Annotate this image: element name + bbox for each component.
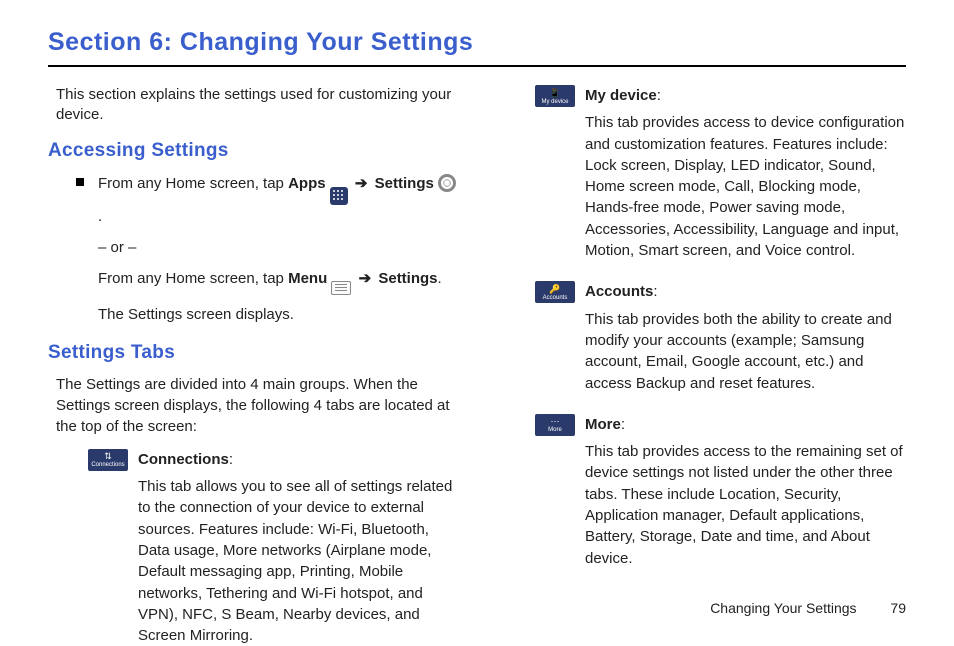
gear-icon <box>438 174 456 192</box>
more-icon-label: More <box>548 427 562 433</box>
tab-title: Connections <box>138 451 229 468</box>
step-line-1: From any Home screen, tap Apps ➔ Setting… <box>98 172 459 228</box>
page-number: 79 <box>890 600 906 616</box>
step2-period: . <box>438 270 442 287</box>
settings-label-2: Settings <box>378 270 437 287</box>
tab-body: Connections: This tab allows you to see … <box>138 449 459 646</box>
tabs-intro: The Settings are divided into 4 main gro… <box>48 374 459 437</box>
tab-item-accounts: 🔑 Accounts Accounts: This tab provides b… <box>495 281 906 393</box>
menu-label: Menu <box>288 270 327 287</box>
page-footer: Changing Your Settings 79 <box>710 600 906 616</box>
tab-desc: This tab provides access to device confi… <box>585 112 906 261</box>
arrow-icon: ➔ <box>355 175 368 192</box>
connections-glyph: ⇅ <box>104 452 112 461</box>
tab-desc: This tab provides access to the remainin… <box>585 441 906 569</box>
menu-icon <box>331 281 351 295</box>
tab-title: More <box>585 416 621 433</box>
tab-desc: This tab provides both the ability to cr… <box>585 309 906 394</box>
tab-desc: This tab allows you to see all of settin… <box>138 476 459 646</box>
tab-item-connections: ⇅ Connections Connections: This tab allo… <box>48 449 459 646</box>
accounts-glyph: 🔑 <box>549 285 560 294</box>
more-glyph: ⋯ <box>551 417 560 426</box>
step-result: The Settings screen displays. <box>98 303 459 326</box>
connections-icon-label: Connections <box>91 462 124 468</box>
tab-item-more: ⋯ More More: This tab provides access to… <box>495 414 906 569</box>
settings-label: Settings <box>375 175 434 192</box>
arrow-icon: ➔ <box>359 270 372 287</box>
right-column: 📱 My device My device: This tab provides… <box>495 85 906 646</box>
mydevice-icon: 📱 My device <box>535 85 575 107</box>
section-title: Section 6: Changing Your Settings <box>48 28 906 67</box>
tabs-heading: Settings Tabs <box>48 342 459 364</box>
footer-text: Changing Your Settings <box>710 600 856 616</box>
accounts-icon-label: Accounts <box>543 295 568 301</box>
tab-item-mydevice: 📱 My device My device: This tab provides… <box>495 85 906 261</box>
accessing-heading: Accessing Settings <box>48 140 459 162</box>
tab-body: Accounts: This tab provides both the abi… <box>585 281 906 393</box>
apps-label: Apps <box>288 175 326 192</box>
step1-period: . <box>98 208 102 225</box>
accounts-icon: 🔑 Accounts <box>535 281 575 303</box>
intro-text: This section explains the settings used … <box>48 85 459 126</box>
tab-title: My device <box>585 87 657 104</box>
tab-body: More: This tab provides access to the re… <box>585 414 906 569</box>
step1-prefix: From any Home screen, tap <box>98 175 288 192</box>
apps-grid-icon <box>330 187 348 205</box>
connections-icon: ⇅ Connections <box>88 449 128 471</box>
tab-title: Accounts <box>585 283 653 300</box>
left-column: This section explains the settings used … <box>48 85 459 646</box>
tab-body: My device: This tab provides access to d… <box>585 85 906 261</box>
accessing-steps: From any Home screen, tap Apps ➔ Setting… <box>48 172 459 326</box>
step2-prefix: From any Home screen, tap <box>98 270 288 287</box>
content-columns: This section explains the settings used … <box>48 85 906 646</box>
mydevice-icon-label: My device <box>541 99 568 105</box>
more-icon: ⋯ More <box>535 414 575 436</box>
step-line-2: From any Home screen, tap Menu ➔ Setting… <box>98 267 459 295</box>
mydevice-glyph: 📱 <box>549 89 560 98</box>
square-bullet-icon <box>76 178 84 186</box>
or-divider: – or – <box>98 236 459 259</box>
